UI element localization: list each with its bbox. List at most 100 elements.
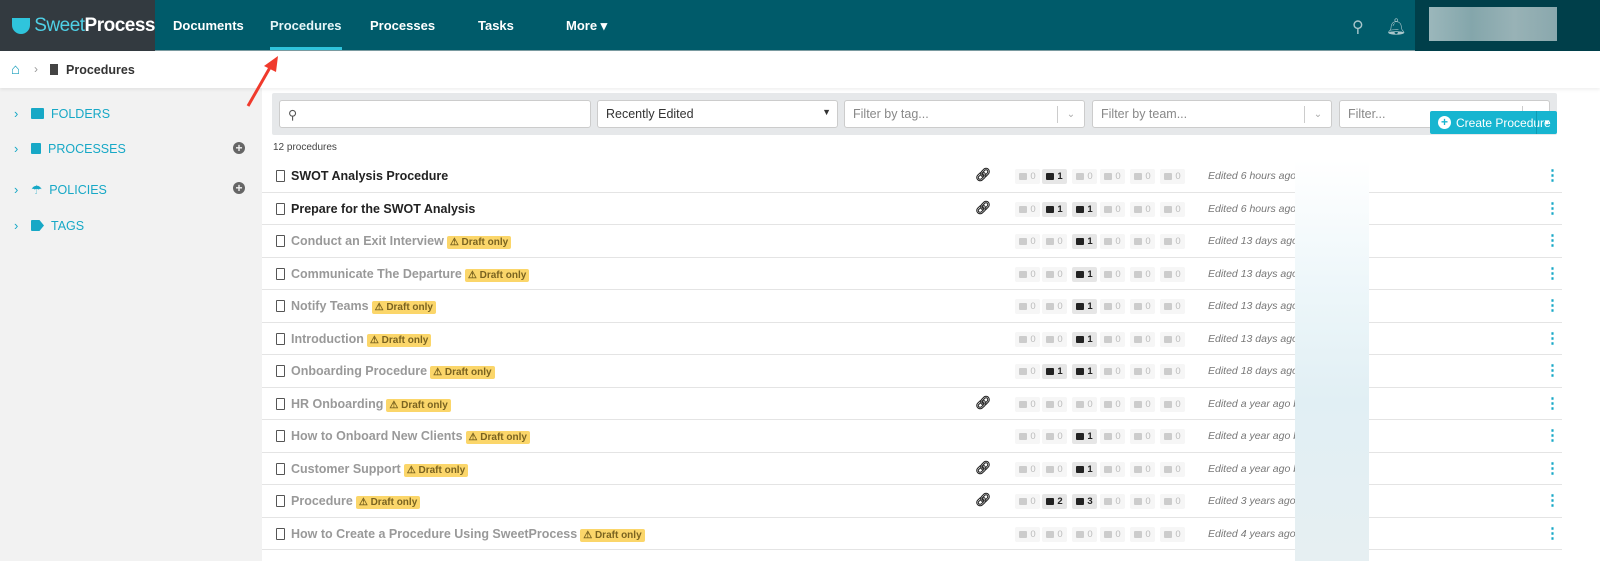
tag-filter[interactable]: Filter by tag... ⌄	[844, 100, 1085, 128]
folders-count: 0	[1160, 461, 1185, 477]
more-vertical-icon[interactable]: ⋮	[1545, 493, 1560, 508]
nav-more[interactable]: More ▾	[566, 0, 607, 51]
procedure-title[interactable]: How to Create a Procedure Using SweetPro…	[291, 527, 577, 541]
file-icon	[276, 430, 285, 442]
draft-badge: ⚠ Draft only	[430, 366, 495, 379]
stat-value: 0	[1175, 301, 1181, 312]
logo[interactable]: SweetProcess	[0, 0, 156, 51]
stat-value: 0	[1030, 496, 1036, 507]
more-vertical-icon[interactable]: ⋮	[1545, 266, 1560, 281]
procedure-name[interactable]: How to Create a Procedure Using SweetPro…	[291, 527, 645, 542]
procedure-name[interactable]: Prepare for the SWOT Analysis	[291, 202, 475, 216]
approvals-count: 0	[1100, 234, 1125, 249]
sidebar-item-tags[interactable]: › TAGS	[14, 218, 84, 233]
add-policy-icon[interactable]: +	[233, 182, 245, 194]
stat-value: 1	[1057, 171, 1063, 182]
sort-select[interactable]: Recently Edited ▼	[597, 100, 838, 128]
home-icon[interactable]: ⌂	[11, 61, 20, 78]
more-vertical-icon[interactable]: ⋮	[1545, 363, 1560, 378]
sidebar-item-folders[interactable]: › FOLDERS	[14, 106, 110, 121]
teams-count: 0	[1042, 331, 1067, 347]
approvals-count: 0	[1100, 461, 1125, 477]
stat-value: 0	[1145, 236, 1151, 247]
nav-tasks[interactable]: Tasks	[478, 0, 514, 51]
filter-bar: ⚲ Recently Edited ▼ Filter by tag... ⌄ Fil…	[272, 93, 1557, 135]
stat-value: 0	[1145, 203, 1151, 215]
procedure-name[interactable]: Communicate The Departure ⚠ Draft only	[291, 267, 530, 282]
procedure-name[interactable]: How to Onboard New Clients ⚠ Draft only	[291, 429, 530, 444]
procedure-title[interactable]: Introduction	[291, 332, 364, 346]
procedure-title[interactable]: HR Onboarding	[291, 397, 383, 411]
nav-procedures[interactable]: Procedures	[270, 0, 342, 50]
link-icon[interactable]: 🔗︎	[975, 492, 992, 508]
caret-down-icon[interactable]: ▼	[1536, 111, 1557, 134]
procedure-title[interactable]: Customer Support	[291, 462, 401, 476]
sidebar-label: PROCESSES	[48, 141, 126, 156]
teams-count: 1	[1042, 169, 1067, 184]
stat-value: 0	[1145, 171, 1151, 182]
procedure-title[interactable]: Conduct an Exit Interview	[291, 234, 444, 248]
stat-value: 0	[1030, 333, 1036, 345]
stat-value: 0	[1175, 463, 1181, 475]
stat-value: 0	[1030, 431, 1036, 442]
approvals-count: 0	[1100, 266, 1125, 282]
link-icon[interactable]: 🔗︎	[975, 395, 992, 411]
procedure-name[interactable]: Introduction ⚠ Draft only	[291, 332, 432, 347]
stat-value: 0	[1057, 463, 1063, 475]
tags-count: 0	[1015, 364, 1040, 379]
stat-value: 0	[1175, 398, 1181, 410]
add-process-icon[interactable]: +	[233, 142, 245, 154]
create-procedure-button[interactable]: + Create Procedure ▼	[1430, 111, 1557, 134]
link-icon[interactable]: 🔗︎	[975, 460, 992, 476]
policies-count: 0	[1130, 429, 1155, 444]
processes-count: 1	[1072, 364, 1097, 379]
stat-value: 0	[1030, 301, 1036, 312]
sidebar-item-policies[interactable]: › ☂ POLICIES	[14, 182, 107, 197]
search-icon[interactable]: ⚲	[1352, 17, 1364, 37]
procedure-title[interactable]: SWOT Analysis Procedure	[291, 169, 448, 183]
team-filter[interactable]: Filter by team... ⌄	[1092, 100, 1332, 128]
link-icon[interactable]: 🔗︎	[975, 200, 992, 216]
tag-icon	[31, 220, 44, 231]
nav-processes[interactable]: Processes	[370, 0, 435, 51]
procedure-name[interactable]: SWOT Analysis Procedure	[291, 169, 448, 183]
more-vertical-icon[interactable]: ⋮	[1545, 331, 1560, 346]
bell-icon[interactable]: 🔔︎	[1386, 17, 1406, 37]
procedure-title[interactable]: Communicate The Departure	[291, 267, 462, 281]
more-vertical-icon[interactable]: ⋮	[1545, 461, 1560, 476]
tags-count: 0	[1015, 266, 1040, 282]
more-vertical-icon[interactable]: ⋮	[1545, 168, 1560, 183]
procedure-title[interactable]: Notify Teams	[291, 299, 369, 313]
procedure-title[interactable]: Prepare for the SWOT Analysis	[291, 202, 475, 216]
procedure-name[interactable]: Conduct an Exit Interview ⚠ Draft only	[291, 234, 512, 249]
search-input[interactable]: ⚲	[279, 100, 591, 128]
procedure-title[interactable]: How to Onboard New Clients	[291, 429, 463, 443]
more-vertical-icon[interactable]: ⋮	[1545, 233, 1560, 248]
stat-value: 0	[1175, 366, 1181, 377]
edited-info: Edited a year ago by	[1208, 430, 1305, 442]
folders-count: 0	[1160, 234, 1185, 249]
stat-value: 0	[1087, 171, 1093, 182]
link-icon[interactable]: 🔗︎	[975, 167, 992, 183]
procedure-name[interactable]: Notify Teams ⚠ Draft only	[291, 299, 436, 314]
more-vertical-icon[interactable]: ⋮	[1545, 201, 1560, 216]
stat-value: 0	[1057, 268, 1063, 280]
procedure-count: 12 procedures	[273, 142, 337, 153]
more-vertical-icon[interactable]: ⋮	[1545, 526, 1560, 541]
tags-count: 0	[1015, 299, 1040, 314]
stat-value: 1	[1087, 333, 1093, 345]
more-vertical-icon[interactable]: ⋮	[1545, 298, 1560, 313]
more-vertical-icon[interactable]: ⋮	[1545, 396, 1560, 411]
user-menu[interactable]	[1415, 0, 1600, 51]
procedure-name[interactable]: Customer Support ⚠ Draft only	[291, 462, 469, 477]
procedure-name[interactable]: Onboarding Procedure ⚠ Draft only	[291, 364, 495, 379]
stat-value: 1	[1087, 203, 1093, 215]
sidebar-item-processes[interactable]: › PROCESSES	[14, 141, 126, 156]
procedure-title[interactable]: Onboarding Procedure	[291, 364, 427, 378]
procedure-name[interactable]: HR Onboarding ⚠ Draft only	[291, 397, 451, 412]
procedure-title[interactable]: Procedure	[291, 494, 353, 508]
approvals-count: 0	[1100, 169, 1125, 184]
more-vertical-icon[interactable]: ⋮	[1545, 428, 1560, 443]
procedure-name[interactable]: Procedure ⚠ Draft only	[291, 494, 421, 509]
nav-documents[interactable]: Documents	[173, 0, 244, 51]
